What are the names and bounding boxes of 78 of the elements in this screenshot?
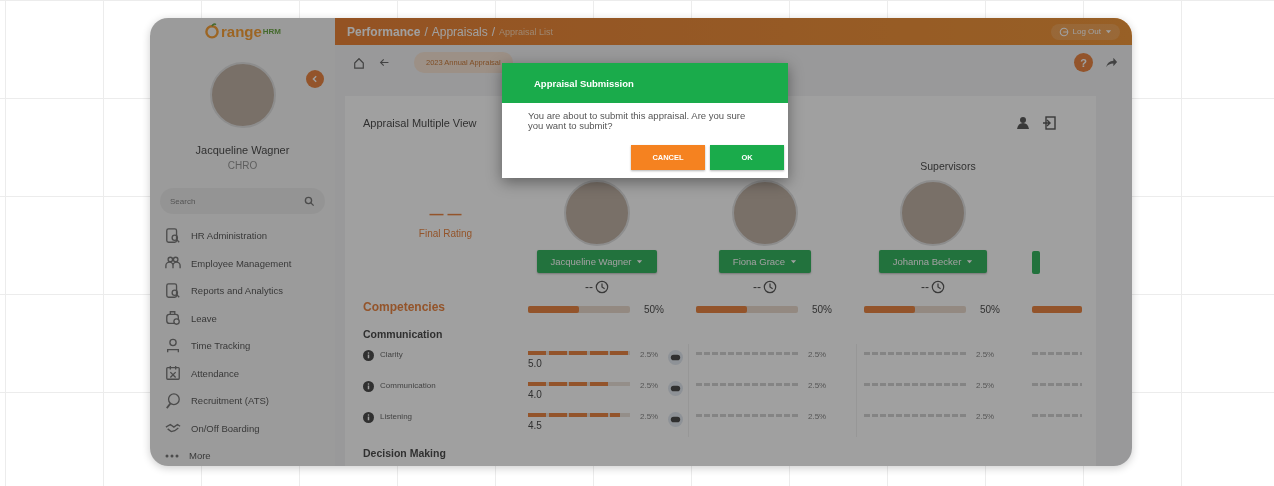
weight-percent: 2.5% bbox=[976, 381, 995, 390]
sidebar-item[interactable]: Time Tracking bbox=[150, 332, 335, 360]
info-icon[interactable] bbox=[363, 412, 374, 423]
reviewer-score: -- bbox=[585, 280, 593, 294]
rating-value: 5.0 bbox=[528, 358, 543, 369]
dialog-title: Appraisal Submission bbox=[534, 77, 634, 89]
weight-percent: 2.5% bbox=[640, 381, 659, 390]
breadcrumb-link[interactable]: Performance bbox=[347, 24, 421, 39]
info-icon[interactable] bbox=[363, 381, 374, 392]
calendar-icon bbox=[165, 365, 181, 382]
reviewer-dropdown[interactable]: Johanna Becker bbox=[878, 250, 988, 273]
home-icon bbox=[353, 56, 365, 69]
criterion-label: Communication bbox=[380, 381, 436, 390]
group-title: Communication bbox=[363, 327, 444, 342]
bag-icon bbox=[165, 310, 181, 327]
comment-icon[interactable] bbox=[668, 350, 684, 365]
rating-value: 4.5 bbox=[528, 420, 543, 431]
user-role: CHRO bbox=[227, 160, 258, 171]
section-title: Competencies bbox=[363, 299, 447, 316]
person-icon[interactable] bbox=[1016, 116, 1030, 130]
weight-percent: 2.5% bbox=[976, 350, 995, 359]
weight-percent: 2.5% bbox=[640, 350, 659, 359]
sidebar-item[interactable]: HR Administration bbox=[150, 222, 335, 250]
reviewer-score: -- bbox=[753, 280, 761, 294]
rating-value: 4.0 bbox=[528, 389, 543, 400]
reviewer-dropdown[interactable]: Jacqueline Wagner bbox=[536, 250, 658, 273]
group-title: Decision Making bbox=[363, 446, 447, 461]
doc-icon bbox=[165, 227, 181, 244]
reviewer-score: -- bbox=[921, 280, 929, 294]
breadcrumb-link[interactable]: Appraisal List bbox=[499, 26, 554, 37]
progress-percent: 50% bbox=[812, 303, 832, 315]
group-heading: Supervisors bbox=[920, 160, 976, 172]
breadcrumb-separator: / bbox=[424, 24, 428, 39]
dots-icon bbox=[165, 453, 179, 458]
breadcrumb-separator: / bbox=[491, 24, 496, 39]
clock-icon bbox=[931, 280, 945, 294]
caret-icon bbox=[636, 258, 644, 265]
breadcrumb-link[interactable]: Appraisals bbox=[431, 24, 488, 39]
caret-icon bbox=[1105, 28, 1112, 35]
sidebar-item[interactable]: Leave bbox=[150, 304, 335, 332]
doc-icon bbox=[165, 282, 181, 299]
export-icon[interactable] bbox=[1042, 116, 1056, 130]
logo-icon bbox=[203, 23, 220, 39]
sidebar-item[interactable]: More bbox=[150, 442, 335, 466]
sidebar-item[interactable]: On/Off Boarding bbox=[150, 414, 335, 442]
help-button[interactable]: ? bbox=[1074, 53, 1093, 72]
sidebar-item[interactable]: Recruitment (ATS) bbox=[150, 387, 335, 415]
user-name: Jacqueline Wagner bbox=[195, 144, 290, 156]
weight-percent: 2.5% bbox=[640, 412, 659, 421]
caret-icon bbox=[966, 258, 974, 265]
info-icon[interactable] bbox=[363, 350, 374, 361]
search-icon bbox=[304, 195, 315, 207]
clock-icon bbox=[763, 280, 777, 294]
reviewer-dropdown[interactable]: Fiona Grace bbox=[718, 250, 812, 273]
person-icon bbox=[165, 337, 181, 354]
chevron-left-icon bbox=[311, 75, 319, 83]
criterion-label: Listening bbox=[380, 412, 413, 421]
weight-percent: 2.5% bbox=[808, 381, 827, 390]
progress-percent: 50% bbox=[644, 303, 664, 315]
progress-percent: 50% bbox=[980, 303, 1000, 315]
back-arrow-icon bbox=[379, 57, 390, 68]
criterion-label: Clarity bbox=[380, 350, 403, 359]
sidebar-item[interactable]: Employee Management bbox=[150, 249, 335, 277]
share-icon[interactable] bbox=[1105, 56, 1118, 69]
weight-percent: 2.5% bbox=[808, 350, 827, 359]
final-rating-label: Final Rating bbox=[418, 227, 473, 239]
logout-icon bbox=[1058, 26, 1069, 37]
comment-icon[interactable] bbox=[668, 412, 684, 427]
clock-icon bbox=[595, 280, 609, 294]
panel-title: Appraisal Multiple View bbox=[363, 117, 477, 129]
comment-icon[interactable] bbox=[668, 381, 684, 396]
weight-percent: 2.5% bbox=[808, 412, 827, 421]
final-rating-value: — — bbox=[429, 205, 462, 222]
sidebar-item[interactable]: Reports and Analytics bbox=[150, 277, 335, 305]
dialog-message: You are about to submit this appraisal. Are you sure you want to submit? bbox=[528, 111, 747, 131]
caret-icon bbox=[790, 258, 798, 265]
weight-percent: 2.5% bbox=[976, 412, 995, 421]
sidebar-item[interactable]: Attendance bbox=[150, 359, 335, 387]
